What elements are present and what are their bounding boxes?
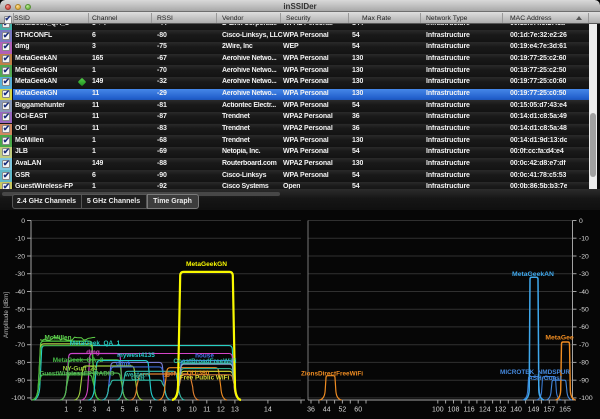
svg-text:-90: -90 [579, 378, 589, 385]
svg-text:-30: -30 [579, 271, 589, 278]
svg-text:-70: -70 [15, 342, 25, 349]
svg-text:-40: -40 [579, 289, 589, 296]
svg-text:108: 108 [448, 407, 460, 414]
svg-text:Amplitude [dBm]: Amplitude [dBm] [3, 292, 10, 338]
svg-text:MetaGee: MetaGee [545, 335, 574, 342]
svg-text:-20: -20 [15, 253, 25, 260]
svg-text:MetaGeek_QA_2: MetaGeek_QA_2 [53, 357, 104, 364]
svg-text:GSR: GSR [131, 375, 145, 382]
svg-text:52: 52 [339, 407, 347, 414]
svg-text:-100: -100 [11, 395, 25, 402]
svg-text:5: 5 [121, 405, 125, 414]
svg-text:CoastBroadFreeWiFi: CoastBroadFreeWiFi [173, 358, 236, 365]
svg-text:116: 116 [464, 407, 475, 414]
svg-text:1: 1 [64, 405, 68, 414]
svg-text:-10: -10 [579, 236, 589, 243]
svg-text:-50: -50 [579, 307, 589, 314]
svg-text:dmg: dmg [86, 349, 100, 356]
svg-text:124: 124 [479, 407, 491, 414]
svg-text:149: 149 [528, 407, 540, 414]
svg-text:11: 11 [203, 405, 210, 414]
svg-text:10: 10 [189, 405, 197, 414]
svg-text:7: 7 [149, 405, 153, 414]
svg-text:-100: -100 [579, 395, 593, 402]
svg-text:-60: -60 [15, 324, 25, 331]
svg-text:-80: -80 [15, 360, 25, 367]
svg-text:157: 157 [543, 407, 555, 414]
svg-text:12: 12 [217, 405, 225, 414]
svg-text:MetaGeek_QA_1: MetaGeek_QA_1 [70, 340, 121, 347]
svg-text:McMillen: McMillen [45, 335, 72, 342]
svg-text:100: 100 [432, 407, 444, 414]
svg-text:Free Public WiFi: Free Public WiFi [180, 375, 230, 382]
svg-text:-50: -50 [15, 307, 25, 314]
svg-text:dlink: dlink [116, 361, 131, 368]
svg-text:2: 2 [78, 405, 82, 414]
svg-text:-80: -80 [579, 360, 589, 367]
svg-text:jgef: jgef [163, 370, 176, 377]
svg-text:60: 60 [354, 407, 362, 414]
svg-text:44: 44 [323, 407, 331, 414]
svg-text:140: 140 [510, 407, 522, 414]
svg-text:165: 165 [559, 407, 571, 414]
svg-text:MetaGeekAN: MetaGeekAN [512, 271, 554, 278]
svg-text:-10: -10 [15, 236, 25, 243]
svg-text:9: 9 [177, 405, 181, 414]
svg-text:-30: -30 [15, 271, 25, 278]
svg-text:ASH-Guest: ASH-Guest [528, 375, 563, 382]
svg-text:13: 13 [231, 405, 239, 414]
svg-text:8: 8 [163, 405, 167, 414]
svg-text:132: 132 [495, 407, 507, 414]
svg-text:6: 6 [135, 405, 139, 414]
svg-text:36: 36 [307, 407, 315, 414]
svg-text:0: 0 [579, 218, 583, 225]
svg-text:-40: -40 [15, 289, 25, 296]
svg-text:mywest4135: mywest4135 [117, 352, 155, 359]
svg-text:0: 0 [21, 218, 25, 225]
svg-text:-90: -90 [15, 378, 25, 385]
svg-text:MetaGeekGN: MetaGeekGN [186, 261, 227, 268]
svg-text:-70: -70 [579, 342, 589, 349]
svg-text:3: 3 [92, 405, 96, 414]
svg-text:14: 14 [264, 405, 272, 414]
svg-text:4: 4 [107, 405, 111, 414]
svg-text:GuestWirelessFP-RADIO: GuestWirelessFP-RADIO [39, 371, 114, 378]
svg-text:-20: -20 [579, 253, 589, 260]
svg-text:ZionsDirectFreeWiFi: ZionsDirectFreeWiFi [301, 371, 363, 378]
svg-text:-60: -60 [579, 324, 589, 331]
